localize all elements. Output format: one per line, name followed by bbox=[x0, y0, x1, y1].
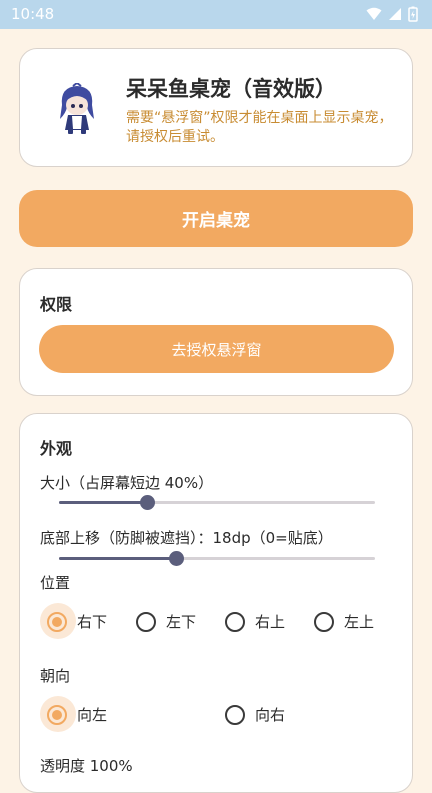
radio-unselected-icon bbox=[225, 704, 245, 725]
direction-option-label: 向左 bbox=[77, 706, 108, 724]
status-icons bbox=[366, 6, 418, 22]
app-header-card: 呆呆鱼桌宠（音效版） 需要“悬浮窗”权限才能在桌面上显示桌宠，请授权后重试。 bbox=[19, 48, 413, 167]
offset-label: 底部上移（防脚被遮挡）：18dp（0=贴底） bbox=[40, 529, 333, 547]
size-label: 大小（占屏幕短边 40%） bbox=[40, 474, 214, 492]
offset-slider[interactable] bbox=[59, 551, 375, 567]
direction-option-label: 向右 bbox=[255, 706, 286, 724]
direction-option-left[interactable]: 向左 bbox=[47, 704, 107, 725]
offset-slider-fill bbox=[59, 557, 176, 560]
position-option-label: 右下 bbox=[77, 613, 108, 631]
permission-notice: 需要“悬浮窗”权限才能在桌面上显示桌宠，请授权后重试。 bbox=[126, 110, 393, 145]
position-option-top-right[interactable]: 右上 bbox=[225, 611, 285, 632]
opacity-label: 透明度 100% bbox=[40, 757, 133, 775]
grant-overlay-button[interactable]: 去授权悬浮窗 bbox=[39, 325, 394, 373]
status-time: 10:48 bbox=[11, 5, 55, 23]
battery-icon bbox=[408, 6, 418, 22]
pet-avatar bbox=[60, 83, 94, 134]
radio-unselected-icon bbox=[225, 611, 245, 632]
signal-icon bbox=[389, 8, 401, 20]
appearance-card: 外观 大小（占屏幕短边 40%） 底部上移（防脚被遮挡）：18dp（0=贴底） … bbox=[19, 413, 413, 793]
size-slider-thumb[interactable] bbox=[140, 495, 156, 510]
size-slider[interactable] bbox=[59, 495, 375, 511]
radio-unselected-icon bbox=[314, 611, 334, 632]
radio-selected-icon bbox=[47, 611, 67, 632]
position-option-label: 左下 bbox=[166, 613, 197, 631]
app-title: 呆呆鱼桌宠（音效版） bbox=[126, 77, 336, 101]
position-option-bottom-right[interactable]: 右下 bbox=[47, 611, 107, 632]
size-slider-fill bbox=[59, 501, 148, 504]
position-option-bottom-left[interactable]: 左下 bbox=[136, 611, 196, 632]
position-option-label: 左上 bbox=[344, 613, 375, 631]
appearance-title: 外观 bbox=[40, 439, 73, 458]
status-bar: 10:48 bbox=[0, 0, 432, 29]
position-option-top-left[interactable]: 左上 bbox=[314, 611, 374, 632]
offset-slider-thumb[interactable] bbox=[168, 551, 184, 566]
direction-label: 朝向 bbox=[40, 667, 71, 685]
position-label: 位置 bbox=[40, 574, 71, 592]
permission-title: 权限 bbox=[40, 295, 73, 314]
radio-unselected-icon bbox=[136, 611, 156, 632]
position-option-label: 右上 bbox=[255, 613, 286, 631]
direction-option-right[interactable]: 向右 bbox=[225, 704, 285, 725]
start-pet-button[interactable]: 开启桌宠 bbox=[19, 190, 413, 247]
radio-selected-icon bbox=[47, 704, 67, 725]
permission-card: 权限 去授权悬浮窗 bbox=[19, 268, 413, 396]
wifi-icon bbox=[366, 7, 382, 20]
